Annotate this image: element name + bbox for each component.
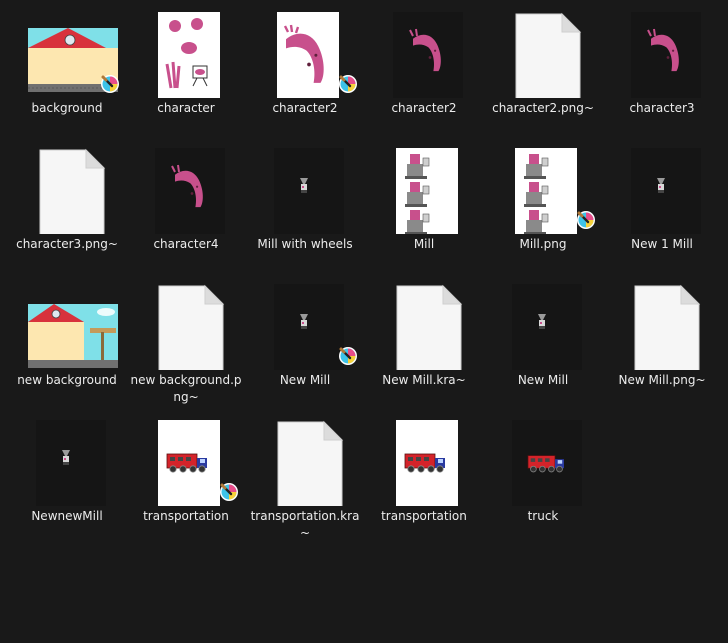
file-item[interactable]: background (8, 2, 126, 138)
file-thumbnail (484, 138, 602, 234)
krita-badge-icon (339, 347, 357, 365)
file-thumbnail (603, 274, 721, 370)
file-item[interactable]: character3.png~ (8, 138, 126, 274)
file-name: transportation.kra~ (250, 509, 360, 540)
krita-badge-icon (577, 211, 595, 229)
file-name: truck (527, 509, 559, 523)
file-thumbnail (246, 274, 364, 370)
file-item[interactable]: Mill with wheels (246, 138, 364, 274)
file-thumbnail (246, 2, 364, 98)
file-thumbnail (8, 2, 126, 98)
file-item[interactable]: New Mill.kra~ (365, 274, 483, 410)
file-name: transportation (143, 509, 229, 523)
file-item[interactable]: truck (484, 410, 602, 546)
file-name: character4 (153, 237, 219, 251)
file-thumbnail (8, 138, 126, 234)
file-thumbnail (484, 410, 602, 506)
file-name: New Mill.png~ (618, 373, 706, 387)
file-thumbnail (246, 138, 364, 234)
file-item[interactable]: character3 (603, 2, 721, 138)
file-item[interactable]: transportation.kra~ (246, 410, 364, 546)
file-thumbnail (127, 410, 245, 506)
file-name: Mill with wheels (257, 237, 353, 251)
file-name: character (157, 101, 215, 115)
file-name: New Mill.kra~ (382, 373, 466, 387)
file-thumbnail (365, 274, 483, 370)
krita-badge-icon (339, 75, 357, 93)
krita-badge-icon (101, 75, 119, 93)
file-item[interactable]: character2.png~ (484, 2, 602, 138)
file-item[interactable]: Mill.png (484, 138, 602, 274)
file-grid: background character character2 character2 c… (0, 0, 728, 643)
file-item[interactable]: New Mill (484, 274, 602, 410)
file-thumbnail (603, 138, 721, 234)
file-item[interactable]: Mill (365, 138, 483, 274)
file-item[interactable]: character2 (365, 2, 483, 138)
file-name: character2 (272, 101, 338, 115)
krita-badge-icon (220, 483, 238, 501)
file-item[interactable]: transportation (127, 410, 245, 546)
file-item[interactable]: character (127, 2, 245, 138)
file-name: Mill (413, 237, 435, 251)
file-thumbnail (127, 274, 245, 370)
file-name: character2 (391, 101, 457, 115)
file-thumbnail (127, 138, 245, 234)
file-item[interactable]: new background (8, 274, 126, 410)
file-item[interactable]: character4 (127, 138, 245, 274)
file-thumbnail (8, 410, 126, 506)
file-thumbnail (365, 410, 483, 506)
file-name: New 1 Mill (631, 237, 693, 251)
file-name: NewnewMill (31, 509, 103, 523)
file-name: character3 (629, 101, 695, 115)
file-name: character3.png~ (16, 237, 118, 251)
file-item[interactable]: character2 (246, 2, 364, 138)
file-thumbnail (127, 2, 245, 98)
file-item[interactable]: New Mill.png~ (603, 274, 721, 410)
file-thumbnail (365, 138, 483, 234)
file-name: background (31, 101, 103, 115)
file-item[interactable]: New Mill (246, 274, 364, 410)
file-name: Mill.png (519, 237, 567, 251)
file-name: New Mill (279, 373, 331, 387)
file-item[interactable]: NewnewMill (8, 410, 126, 546)
file-item[interactable]: New 1 Mill (603, 138, 721, 274)
file-name: new background.png~ (130, 373, 242, 404)
file-thumbnail (603, 2, 721, 98)
file-thumbnail (8, 274, 126, 370)
file-item[interactable]: transportation (365, 410, 483, 546)
file-name: new background (17, 373, 117, 387)
file-thumbnail (246, 410, 364, 506)
file-item[interactable]: new background.png~ (127, 274, 245, 410)
file-name: character2.png~ (492, 101, 594, 115)
file-name: New Mill (517, 373, 569, 387)
file-thumbnail (365, 2, 483, 98)
file-thumbnail (484, 274, 602, 370)
file-thumbnail (484, 2, 602, 98)
file-name: transportation (381, 509, 467, 523)
